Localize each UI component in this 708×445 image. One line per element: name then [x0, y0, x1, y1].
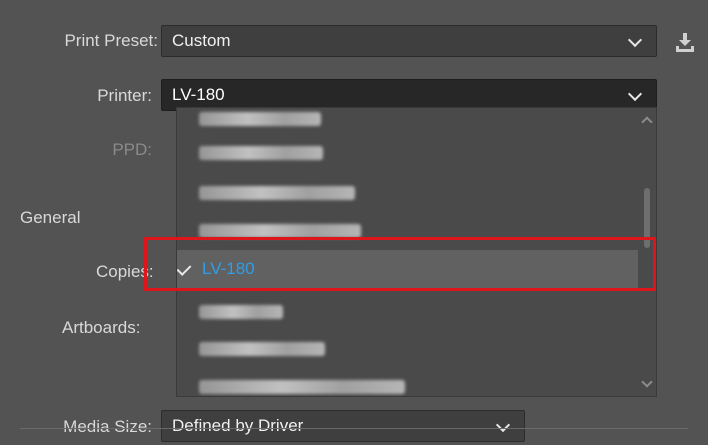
chevron-down-icon: [627, 32, 643, 48]
list-item[interactable]: [177, 330, 638, 368]
print-preset-label: Print Preset:: [64, 31, 158, 50]
list-item[interactable]: [177, 108, 638, 136]
scroll-up-icon[interactable]: [641, 116, 653, 128]
chevron-down-icon: [627, 86, 643, 102]
redacted-printer-name: [199, 146, 323, 160]
general-section-label: General: [20, 208, 81, 227]
redacted-printer-name: [199, 112, 321, 126]
download-icon[interactable]: [674, 31, 696, 53]
ppd-label: PPD:: [112, 140, 152, 159]
redacted-printer-name: [199, 186, 355, 200]
divider: [20, 428, 688, 429]
list-item[interactable]: [177, 293, 638, 331]
print-preset-value: Custom: [172, 31, 231, 50]
highlight-box: [144, 237, 656, 291]
redacted-printer-name: [199, 380, 405, 394]
redacted-printer-name: [199, 342, 325, 356]
media-size-label: Media Size:: [63, 417, 152, 436]
redacted-printer-name: [199, 305, 283, 319]
media-size-value: Defined by Driver: [172, 416, 304, 435]
scroll-down-icon[interactable]: [641, 376, 653, 388]
redacted-printer-name: [199, 224, 361, 238]
artboards-label: Artboards:: [62, 318, 141, 337]
list-item[interactable]: [177, 368, 638, 396]
printer-value: LV-180: [172, 85, 225, 104]
printer-label: Printer:: [97, 86, 152, 105]
list-item[interactable]: [177, 134, 638, 172]
list-item[interactable]: [177, 174, 638, 212]
chevron-down-icon: [495, 417, 511, 433]
media-size-dropdown[interactable]: Defined by Driver: [161, 410, 525, 442]
print-preset-dropdown[interactable]: Custom: [161, 25, 657, 57]
